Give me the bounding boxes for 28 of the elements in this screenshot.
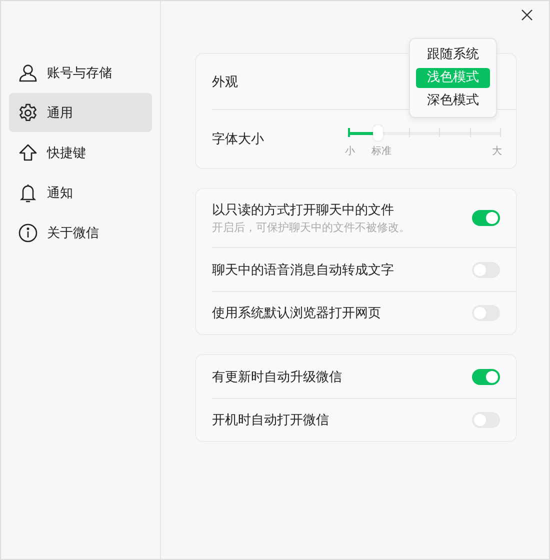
setting-label: 有更新时自动升级微信 — [212, 368, 342, 386]
setting-label: 使用系统默认浏览器打开网页 — [212, 305, 381, 322]
setting-label: 开机时自动打开微信 — [212, 412, 329, 429]
person-icon — [18, 62, 38, 82]
settings-icon — [18, 102, 38, 122]
setting-hint: 开启后，可保护聊天中的文件不被修改。 — [212, 220, 410, 235]
sidebar-item[interactable]: 快捷键 — [9, 133, 152, 172]
menu-item[interactable]: 深色模式 — [416, 91, 490, 111]
close-icon[interactable] — [521, 9, 533, 21]
info-icon — [18, 222, 38, 242]
toggle-switch[interactable] — [472, 368, 500, 384]
setting-label: 字体大小 — [212, 131, 264, 148]
sidebar-item[interactable]: 账号与存储 — [9, 53, 152, 92]
slider-label: 小 — [345, 144, 355, 158]
bell-icon — [18, 182, 38, 202]
slider-label: 标准 — [371, 144, 392, 158]
slider-track[interactable] — [348, 124, 500, 140]
setting-label: 以只读的方式打开聊天中的文件 — [212, 202, 395, 219]
setting-label: 聊天中的语音消息自动转成文字 — [212, 262, 394, 278]
toggle-switch[interactable] — [472, 210, 500, 226]
sidebar-item[interactable]: 通用 — [9, 93, 152, 132]
sidebar-item[interactable]: 关于微信 — [9, 213, 152, 252]
sidebar-item[interactable]: 通知 — [9, 173, 152, 212]
setting-label: 外观 — [212, 74, 238, 90]
slider-thumb[interactable] — [373, 124, 384, 140]
slider-label: 大 — [492, 144, 502, 158]
up-arrow-icon — [18, 142, 38, 162]
menu-item[interactable]: 跟随系统 — [416, 45, 490, 65]
